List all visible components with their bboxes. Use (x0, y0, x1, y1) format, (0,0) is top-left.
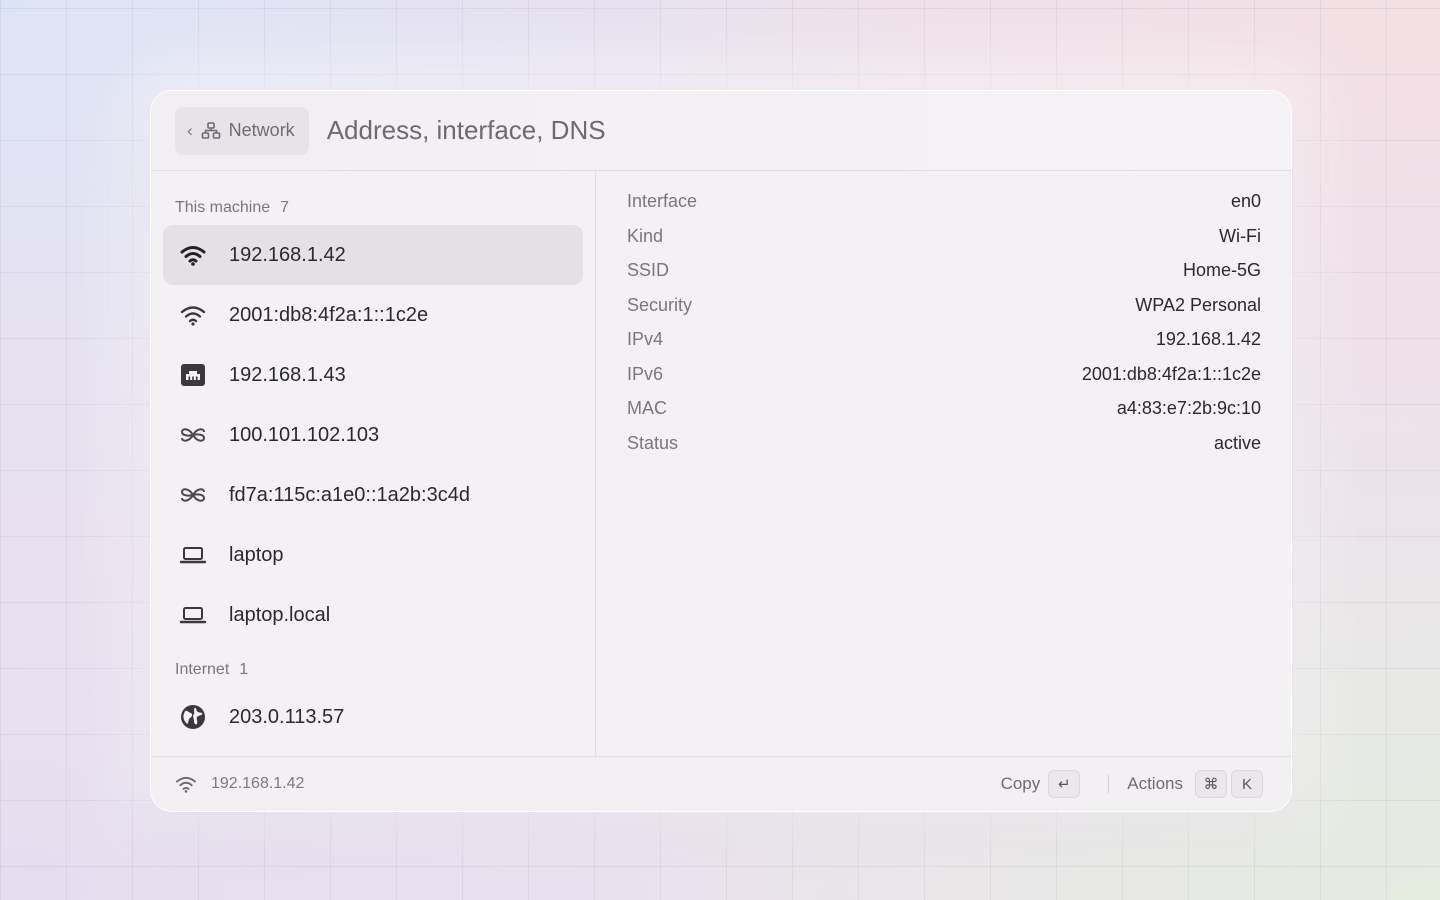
command-key-icon: ⌘ (1195, 770, 1227, 798)
list-item-label: fd7a:115c:a1e0::1a2b:3c4d (229, 483, 470, 506)
list-item-label: 203.0.113.57 (229, 705, 345, 728)
detail-row-ipv6: IPv6 2001:db8:4f2a:1::1c2e (627, 357, 1261, 391)
laptop-icon (178, 540, 208, 570)
list-item-label: 100.101.102.103 (229, 423, 380, 446)
detail-row-mac: MAC a4:83:e7:2b:9c:10 (627, 391, 1261, 425)
page-title: Address, interface, DNS (326, 115, 606, 145)
wifi-icon (178, 240, 208, 270)
detail-value: 2001:db8:4f2a:1::1c2e (1081, 363, 1261, 384)
list-item[interactable]: 203.0.113.57 (163, 687, 583, 747)
list-item-label: 192.168.1.42 (229, 243, 346, 266)
ethernet-icon (178, 360, 208, 390)
detail-key: MAC (627, 397, 667, 418)
detail-value: a4:83:e7:2b:9c:10 (1116, 397, 1261, 418)
tailscale-icon (178, 420, 208, 450)
detail-row-security: Security WPA2 Personal (627, 288, 1261, 322)
detail-row-ipv4: IPv4 192.168.1.42 (627, 322, 1261, 356)
laptop-icon (178, 600, 208, 630)
list-item[interactable]: 2001:db8:4f2a:1::1c2e (163, 285, 583, 345)
list-item-label: laptop.local (229, 603, 331, 626)
detail-row-interface: Interface en0 (627, 184, 1261, 218)
group-label: Internet (175, 661, 230, 678)
header: ‹ Network Address, interface, DNS (151, 91, 1291, 171)
launcher-window: ‹ Network Address, interface, DNS This m… (150, 90, 1292, 812)
detail-key: IPv4 (627, 328, 664, 349)
group-header-internet: Internet 1 (175, 661, 248, 679)
detail-panel: Interface en0 Kind Wi-Fi SSID Home-5G Se… (597, 171, 1291, 756)
detail-value: Home-5G (1182, 259, 1261, 280)
detail-key: IPv6 (627, 363, 664, 384)
list-item-label: 192.168.1.43 (229, 363, 346, 386)
actions-button[interactable]: Actions ⌘ K (1127, 770, 1263, 798)
network-icon (201, 121, 221, 140)
back-network-button[interactable]: ‹ Network (175, 106, 309, 155)
detail-key: Security (627, 294, 693, 315)
wifi-icon (178, 300, 208, 330)
copy-label: Copy (1000, 774, 1041, 793)
detail-key: Status (627, 432, 679, 453)
return-key-icon: ↵ (1048, 770, 1081, 798)
footer-divider (1108, 775, 1110, 793)
footer-bar: 192.168.1.42 Copy ↵ Actions ⌘ K (151, 756, 1291, 811)
footer-status-text: 192.168.1.42 (211, 775, 305, 792)
detail-key: SSID (627, 259, 670, 280)
back-button-label: Network (228, 120, 295, 140)
list-item[interactable]: laptop.local (163, 585, 583, 645)
list-item[interactable]: 100.101.102.103 (163, 405, 583, 465)
list-item[interactable]: fd7a:115c:a1e0::1a2b:3c4d (163, 465, 583, 525)
address-list: This machine 7 192.168.1.42 2001:db8:4f2… (151, 171, 596, 756)
list-item-label: laptop (229, 543, 284, 566)
detail-key: Kind (627, 225, 664, 246)
footer-status: 192.168.1.42 (175, 775, 304, 793)
wifi-icon (175, 775, 197, 793)
detail-value: active (1213, 432, 1261, 453)
detail-key: Interface (627, 190, 698, 211)
list-item[interactable]: 192.168.1.42 (163, 225, 583, 285)
detail-row-ssid: SSID Home-5G (627, 253, 1261, 287)
list-item-label: 2001:db8:4f2a:1::1c2e (229, 303, 429, 326)
detail-value: WPA2 Personal (1135, 294, 1261, 315)
list-item[interactable]: 192.168.1.43 (163, 345, 583, 405)
detail-value: en0 (1230, 190, 1261, 211)
k-key: K (1231, 770, 1263, 798)
group-count: 1 (239, 661, 249, 678)
list-item[interactable]: laptop (163, 525, 583, 585)
globe-icon (178, 702, 208, 732)
detail-value: Wi-Fi (1219, 225, 1261, 246)
copy-button[interactable]: Copy ↵ (1001, 770, 1081, 798)
actions-label: Actions (1127, 774, 1183, 793)
group-header-this-machine: This machine 7 (175, 199, 289, 217)
detail-row-status: Status active (627, 426, 1261, 460)
group-label: This machine (175, 199, 271, 216)
detail-row-kind: Kind Wi-Fi (627, 219, 1261, 253)
tailscale-icon (178, 480, 208, 510)
chevron-left-icon: ‹ (187, 120, 193, 140)
detail-value: 192.168.1.42 (1155, 328, 1261, 349)
group-count: 7 (280, 199, 290, 216)
